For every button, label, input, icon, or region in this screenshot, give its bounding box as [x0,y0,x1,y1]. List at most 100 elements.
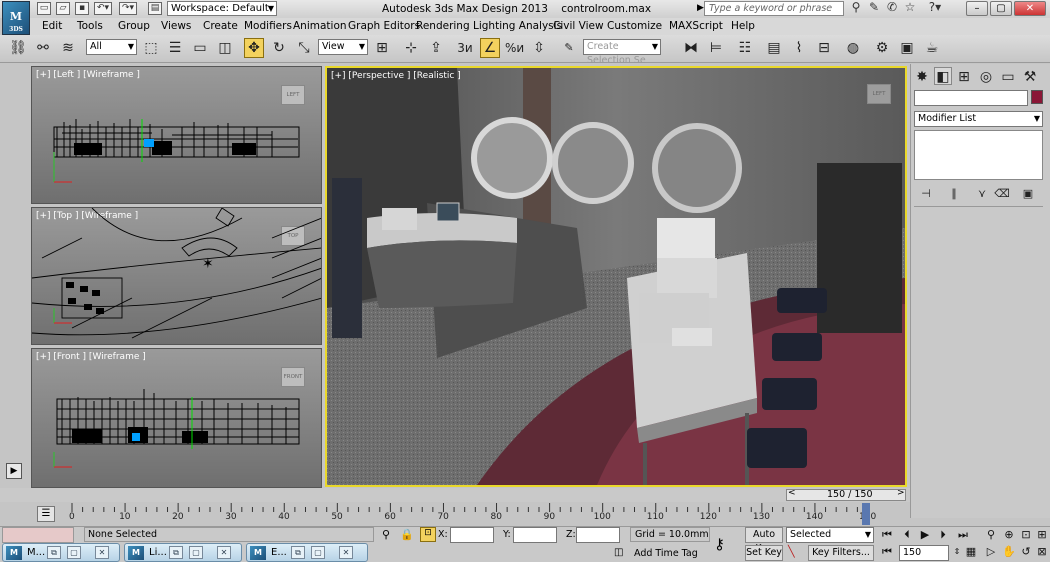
named-selection-set-dropdown[interactable]: Create Selection Se ▼ [583,39,661,66]
close-icon[interactable]: ✕ [95,546,109,559]
save-file-icon[interactable]: ▪ [75,2,89,15]
object-name-field[interactable] [914,90,1028,106]
window-crossing-icon[interactable]: ◫ [215,38,235,58]
select-and-move-icon[interactable]: ✥ [244,38,264,58]
spinner-snap-icon[interactable]: ⇳ [529,38,549,58]
project-folder-icon[interactable]: ▤ [148,2,162,15]
menu-civil-view[interactable]: Civil View [553,20,604,32]
time-configuration-icon[interactable]: ▦ [964,545,978,559]
selection-filter-dropdown[interactable]: All ▼ [86,39,137,55]
select-and-rotate-icon[interactable]: ↻ [269,38,289,58]
current-frame-field[interactable]: 150 [899,545,949,561]
curve-editor-icon[interactable]: ⌇ [789,38,809,58]
select-object-icon[interactable]: ⬚ [141,38,161,58]
remove-modifier-icon[interactable]: ⌫ [992,184,1012,204]
previous-frame-icon[interactable]: ⏴ [900,528,914,542]
go-to-end-icon[interactable]: ⏭ [956,528,970,542]
menu-tools[interactable]: Tools [77,20,103,32]
isolate-selection-icon[interactable]: ⚲ [382,528,390,541]
key-mode-dropdown[interactable]: Selected ▼ [786,527,874,543]
schematic-view-icon[interactable]: ⊟ [814,38,834,58]
viewport-top[interactable]: [+] [Top ] [Wireframe ] TOP ✶ [31,207,322,345]
maximize-icon[interactable]: ▢ [67,546,81,559]
new-file-icon[interactable]: ▭ [37,2,51,15]
percent-snap-icon[interactable]: %ᴎ [504,38,524,58]
render-setup-icon[interactable]: ⚙ [872,38,892,58]
orbit-icon[interactable]: ↺ [1019,545,1033,559]
pin-stack-icon[interactable]: ⊣ [916,184,936,204]
modifier-stack[interactable] [914,130,1043,180]
select-and-scale-icon[interactable]: ⤡ [294,38,314,58]
reference-coordinate-dropdown[interactable]: View ▼ [318,39,368,55]
maxscript-listener-icon[interactable]: ▶ [6,463,22,479]
undo-icon[interactable]: ↶▾ [94,2,112,15]
configure-modifier-sets-icon[interactable]: ▣ [1018,184,1038,204]
menu-lighting-analysis[interactable]: Lighting Analysis [473,20,562,32]
pan-view-icon[interactable]: ✋ [1002,545,1016,559]
redo-icon[interactable]: ↷▾ [119,2,137,15]
viewport-perspective[interactable]: [+] [Perspective ] [Realistic ] LEFT [325,66,907,487]
play-icon[interactable]: ▶ [918,528,932,542]
open-file-icon[interactable]: ▱ [56,2,70,15]
search-input[interactable]: Type a keyword or phrase [704,1,844,16]
add-time-tag[interactable]: Add Time Tag [634,548,698,559]
zoom-icon[interactable]: ⚲ [984,528,998,542]
key-mode-toggle-icon[interactable]: ⏮ [880,545,894,559]
align-icon[interactable]: ⊨ [706,38,726,58]
restore-icon[interactable]: ⧉ [47,546,61,559]
maximize-button[interactable]: ▢ [990,1,1012,16]
go-to-start-icon[interactable]: ⏮ [880,528,894,542]
utilities-panel-icon[interactable]: ⚒ [1021,67,1039,85]
subscription-icon[interactable]: ✎ [867,1,881,15]
restore-icon[interactable]: ⧉ [169,546,183,559]
menu-maxscript[interactable]: MAXScript [669,20,723,32]
menu-graph-editors[interactable]: Graph Editors [348,20,420,32]
key-filters-button[interactable]: Key Filters... [808,545,874,561]
menu-create[interactable]: Create [203,20,238,32]
rectangular-selection-icon[interactable]: ▭ [190,38,210,58]
key-mode-icon[interactable]: ⚷ [714,535,725,553]
show-end-result-icon[interactable]: ∥ [944,184,964,204]
mirror-icon[interactable]: ⧓ [681,38,701,58]
set-key-button[interactable]: Set Key [745,545,783,561]
create-panel-icon[interactable]: ✸ [913,67,931,85]
menu-modifiers[interactable]: Modifiers [244,20,292,32]
hierarchy-panel-icon[interactable]: ⊞ [955,67,973,85]
menu-rendering[interactable]: Rendering [416,20,470,32]
make-unique-icon[interactable]: ⋎ [972,184,992,204]
taskbar-window-3[interactable]: M E... ⧉ ▢ ✕ [246,543,368,562]
graphite-ribbon-icon[interactable]: ▤ [764,38,784,58]
maximize-icon[interactable]: ▢ [189,546,203,559]
maximize-icon[interactable]: ▢ [311,546,325,559]
viewport-left[interactable]: [+] [Left ] [Wireframe ] LEFT [31,66,322,204]
angle-snap-icon[interactable]: ∠ [480,38,500,58]
edit-named-selection-icon[interactable]: ✎ [559,38,579,58]
modify-panel-icon[interactable]: ◧ [934,67,952,85]
auto-key-button[interactable]: Auto Key [745,527,783,554]
app-logo-button[interactable]: M 3DS [2,1,30,35]
menu-customize[interactable]: Customize [607,20,662,32]
viewport-front[interactable]: [+] [Front ] [Wireframe ] FRONT [31,348,322,488]
close-button[interactable]: ✕ [1014,1,1046,16]
time-slider-prev-icon[interactable]: < [788,488,796,498]
z-coord-field[interactable] [576,527,620,543]
motion-panel-icon[interactable]: ◎ [977,67,995,85]
zoom-all-icon[interactable]: ⊕ [1002,528,1016,542]
viewcube[interactable]: LEFT [867,84,891,104]
maximize-viewport-icon[interactable]: ⊠ [1035,545,1049,559]
select-manipulate-icon[interactable]: ⊹ [401,38,421,58]
y-coord-field[interactable] [513,527,557,543]
restore-icon[interactable]: ⧉ [291,546,305,559]
select-by-name-icon[interactable]: ☰ [165,38,185,58]
close-icon[interactable]: ✕ [339,546,353,559]
menu-help[interactable]: Help [731,20,755,32]
zoom-extents-all-icon[interactable]: ⊞ [1035,528,1049,542]
absolute-mode-icon[interactable]: ⊡ [420,527,436,542]
favorites-star-icon[interactable]: ☆ [903,1,917,15]
menu-animation[interactable]: Animation [293,20,347,32]
binoculars-icon[interactable]: ⚲ [849,1,863,15]
menu-views[interactable]: Views [161,20,191,32]
mini-curve-editor-icon[interactable]: ☰ [37,506,55,522]
x-coord-field[interactable] [450,527,494,543]
communication-icon[interactable]: ✆ [885,1,899,15]
